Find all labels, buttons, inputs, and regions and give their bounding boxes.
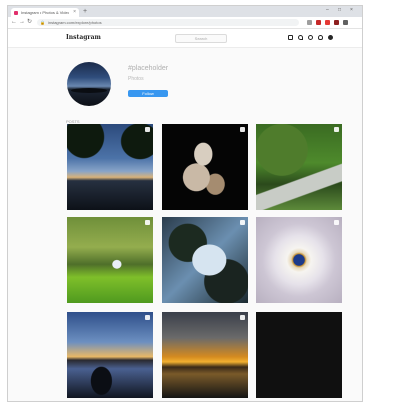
profile-avatar-icon[interactable] — [328, 35, 333, 40]
instagram-header: Instagram Search — [8, 29, 362, 48]
extension-icon-4[interactable] — [334, 20, 339, 25]
multiple-photos-icon — [240, 220, 245, 225]
back-icon[interactable]: ← — [11, 19, 17, 26]
multiple-photos-icon — [145, 315, 150, 320]
post-thumbnail[interactable] — [67, 217, 153, 303]
browser-window: Instagram • Photos & Videos × + – □ × ← … — [7, 5, 363, 402]
tab-title: Instagram • Photos & Videos — [21, 10, 69, 15]
post-thumbnail[interactable] — [162, 312, 248, 398]
tab-bar: Instagram • Photos & Videos × + – □ × — [8, 6, 362, 17]
tab-close-icon[interactable]: × — [73, 9, 76, 15]
extension-icon-1[interactable] — [307, 20, 312, 25]
multiple-photos-icon — [240, 127, 245, 132]
address-bar-row: ← → ↻ 🔒 instagram.com/explore/photos — [8, 17, 362, 29]
post-thumbnail[interactable] — [256, 217, 342, 303]
activity-heart-icon[interactable] — [318, 35, 323, 40]
profile-picture[interactable] — [67, 62, 111, 106]
search-input[interactable]: Search — [175, 34, 227, 43]
post-thumbnail[interactable] — [162, 124, 248, 210]
url-text: instagram.com/explore/photos — [47, 20, 102, 25]
multiple-photos-icon — [334, 220, 339, 225]
home-icon[interactable] — [288, 35, 293, 40]
instagram-favicon-icon — [14, 10, 18, 15]
multiple-photos-icon — [240, 315, 245, 320]
multiple-photos-icon — [334, 127, 339, 132]
profile-username: #placeholder — [128, 65, 169, 72]
maximize-icon[interactable]: □ — [338, 7, 341, 13]
explore-icon[interactable] — [308, 35, 313, 40]
close-window-icon[interactable]: × — [350, 7, 353, 13]
url-field[interactable]: 🔒 instagram.com/explore/photos — [37, 19, 299, 26]
lock-icon: 🔒 — [40, 20, 45, 25]
reload-icon[interactable]: ↻ — [27, 19, 32, 26]
post-thumbnail[interactable] — [67, 312, 153, 398]
follow-button[interactable]: Follow — [128, 90, 168, 97]
browser-tab[interactable]: Instagram • Photos & Videos × — [11, 8, 79, 17]
multiple-photos-icon — [145, 220, 150, 225]
direct-message-icon[interactable] — [298, 35, 303, 40]
instagram-logo[interactable]: Instagram — [66, 34, 101, 41]
post-thumbnail[interactable] — [162, 217, 248, 303]
multiple-photos-icon — [145, 127, 150, 132]
post-thumbnail[interactable] — [67, 124, 153, 210]
extension-icon-2[interactable] — [316, 20, 321, 25]
post-thumbnail[interactable] — [256, 124, 342, 210]
profile-subtext: Photos — [128, 76, 144, 82]
minimize-icon[interactable]: – — [326, 7, 329, 13]
new-tab-button[interactable]: + — [83, 8, 87, 16]
extension-icon-5[interactable] — [343, 20, 348, 25]
post-thumbnail[interactable] — [256, 312, 342, 398]
extension-icon-3[interactable] — [325, 20, 330, 25]
forward-icon[interactable]: → — [19, 19, 25, 26]
